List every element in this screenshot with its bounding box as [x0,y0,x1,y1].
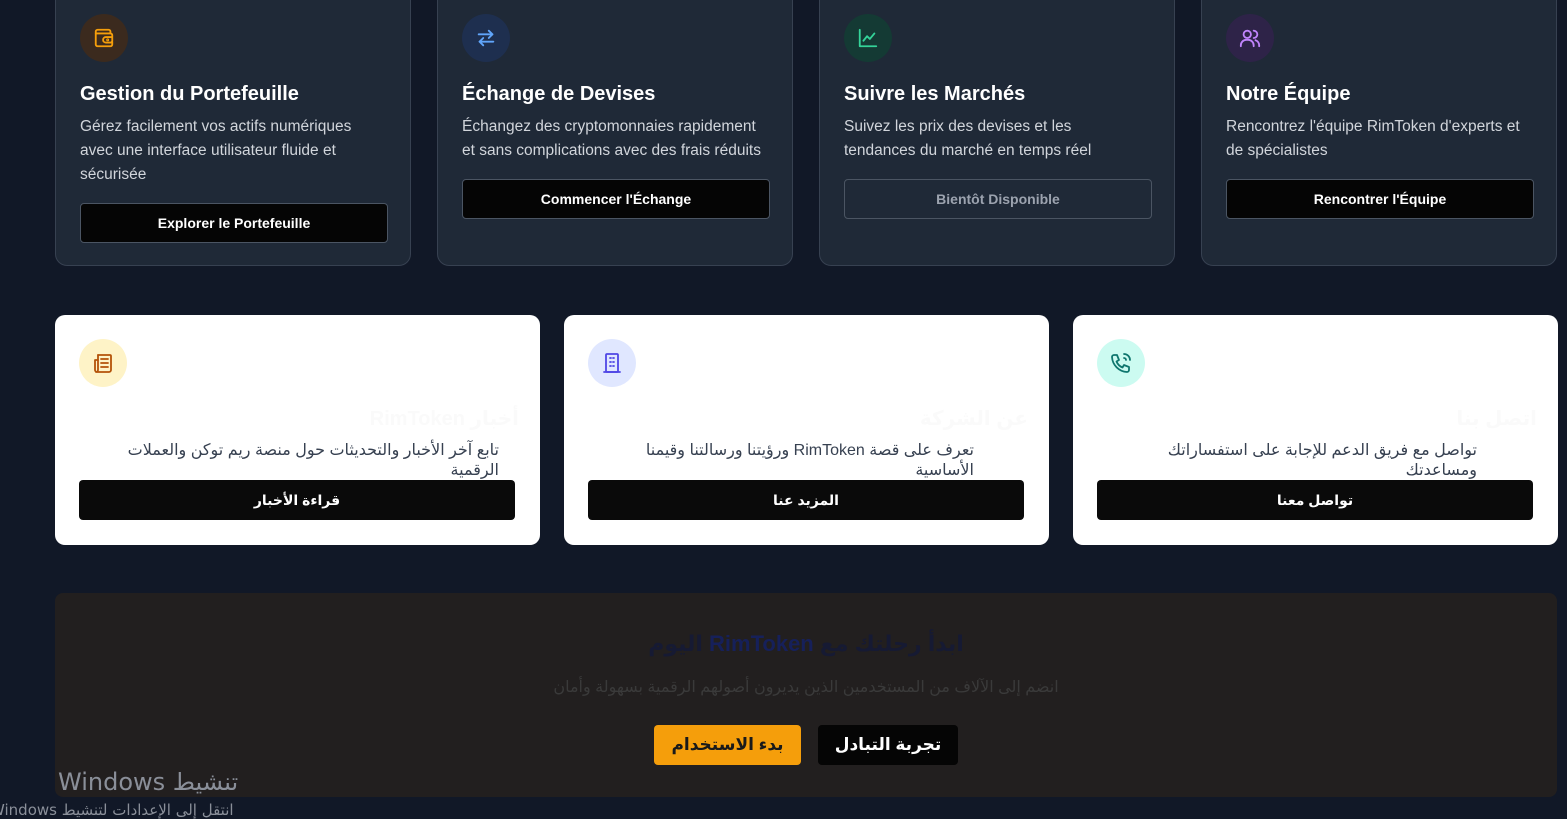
cta-section: ابدأ رحلتك مع RimToken اليوم انضم إلى ال… [55,593,1557,797]
cta-title-before: ابدأ رحلتك مع [819,631,964,656]
feature-card-markets: Suivre les Marchés Suivez les prix des d… [819,0,1175,266]
info-card-about: عن الشركة تعرف على قصة RimToken ورؤيتنا … [564,315,1049,545]
coming-soon-button: Bientôt Disponible [844,179,1152,219]
building-icon [588,339,636,387]
feature-card-description: Rencontrez l'équipe RimToken d'experts e… [1226,118,1520,159]
newspaper-icon [79,339,127,387]
meet-team-button[interactable]: Rencontrer l'Équipe [1226,179,1534,219]
feature-card-wallet: Gestion du Portefeuille Gérez facilement… [55,0,411,266]
read-news-button[interactable]: قراءة الأخبار [79,480,515,520]
start-exchange-button[interactable]: Commencer l'Échange [462,179,770,219]
phone-call-icon [1097,339,1145,387]
cta-title-after: اليوم [648,631,703,656]
info-card-title: اتصل بنا [1456,408,1537,430]
feature-card-title: Suivre les Marchés [844,83,1026,105]
get-started-button[interactable]: بدء الاستخدام [654,725,801,765]
explore-wallet-button[interactable]: Explorer le Portefeuille [80,203,388,243]
info-card-description: تابع آخر الأخبار والتحديثات حول منصة ريم… [127,442,499,479]
users-icon [1226,14,1274,62]
feature-card-title: Échange de Devises [462,83,656,105]
cta-brand: RimToken [709,631,814,656]
cta-subtitle: انضم إلى الآلاف من المستخدمين الذين يدير… [553,679,1059,696]
about-us-button[interactable]: المزيد عنا [588,480,1024,520]
feature-card-title: Notre Équipe [1226,83,1351,105]
feature-card-description: Suivez les prix des devises et les tenda… [844,118,1092,159]
feature-card-description: Échangez des cryptomonnaies rapidement e… [462,118,761,159]
feature-card-title: Gestion du Portefeuille [80,83,299,105]
try-exchange-button[interactable]: تجربة التبادل [818,725,958,765]
feature-card-description: Gérez facilement vos actifs numériques a… [80,118,352,183]
info-card-contact: اتصل بنا تواصل مع فريق الدعم للإجابة على… [1073,315,1558,545]
swap-arrows-icon [462,14,510,62]
info-card-title: أخبار RimToken [369,408,519,430]
cta-title: ابدأ رحلتك مع RimToken اليوم [55,631,1557,657]
info-card-title: عن الشركة [919,408,1028,430]
windows-activation-hint: انتقل إلى الإعدادات لتنشيط Windows [0,801,234,819]
wallet-icon [80,14,128,62]
windows-activation-title: تنشيط Windows [58,768,239,796]
feature-card-exchange: Échange de Devises Échangez des cryptomo… [437,0,793,266]
info-card-news: أخبار RimToken تابع آخر الأخبار والتحديث… [55,315,540,545]
info-card-description: تعرف على قصة RimToken ورؤيتنا ورسالتنا و… [645,442,974,479]
line-chart-icon [844,14,892,62]
info-card-description: تواصل مع فريق الدعم للإجابة على استفسارا… [1167,442,1477,479]
feature-card-team: Notre Équipe Rencontrez l'équipe RimToke… [1201,0,1557,266]
contact-us-button[interactable]: تواصل معنا [1097,480,1533,520]
